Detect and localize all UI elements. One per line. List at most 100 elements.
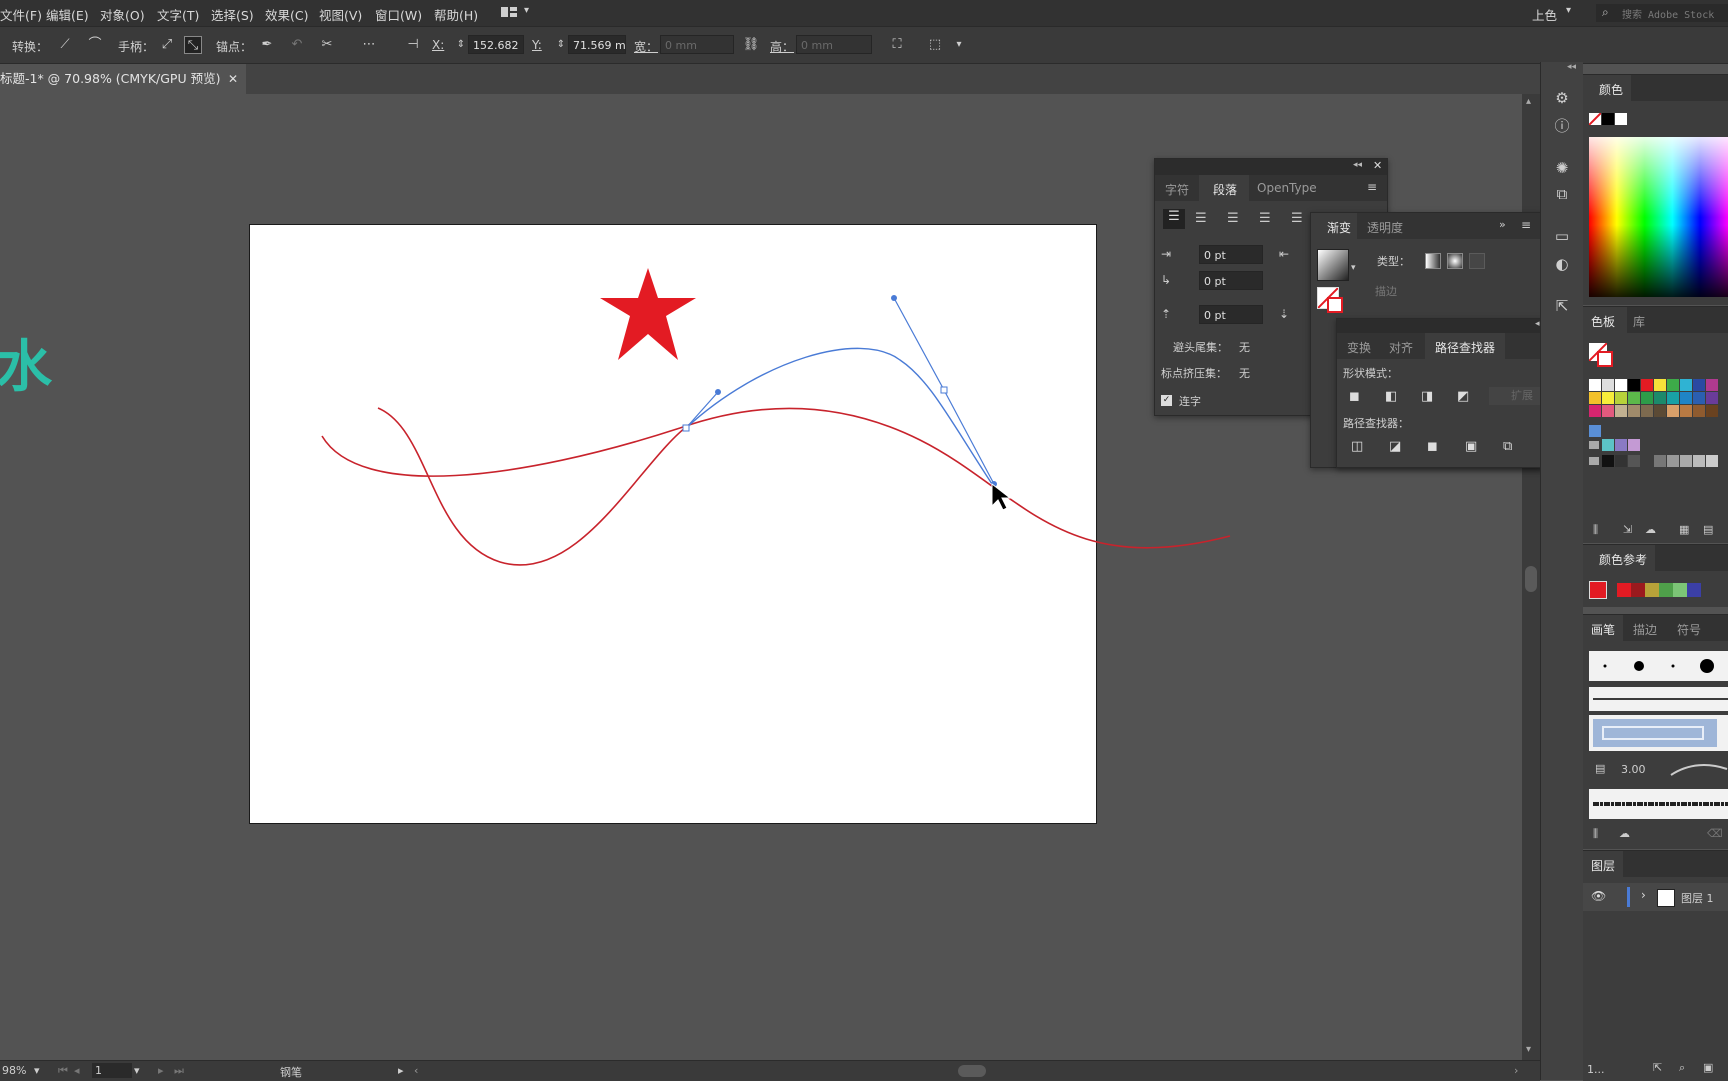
info-icon[interactable]: ⓘ (1552, 116, 1572, 136)
tab-brushes[interactable]: 画笔 (1591, 621, 1615, 638)
unite-icon[interactable]: ◼ (1349, 389, 1360, 404)
tab-swatches[interactable]: 色板 (1591, 313, 1615, 330)
stroke-swatch[interactable] (1597, 351, 1613, 367)
freeform-gradient-button[interactable] (1469, 253, 1485, 269)
export-layer-icon[interactable]: ⇱ (1653, 1061, 1662, 1074)
stock-search[interactable]: ⌕ 搜索 Adobe Stock (1596, 4, 1728, 22)
layer-row[interactable]: 👁 › 图层 1 (1583, 883, 1728, 911)
close-icon[interactable]: ✕ (1373, 159, 1382, 172)
scroll-up-icon[interactable]: ▴ (1526, 96, 1531, 107)
chevron-down-icon[interactable]: ▾ (1351, 263, 1356, 273)
crop-icon[interactable]: ▣ (1465, 439, 1477, 454)
transparency-panel-icon[interactable]: ◐ (1552, 254, 1572, 274)
sun-icon[interactable]: ✺ (1552, 158, 1572, 178)
cloud-icon[interactable]: ☁ (1645, 523, 1656, 536)
delete-brush-icon[interactable]: ⌫ (1707, 827, 1723, 840)
brush-cloud-icon[interactable]: ☁ (1619, 827, 1630, 840)
gradient-preview[interactable] (1317, 249, 1349, 281)
tab-align[interactable]: 对齐 (1389, 339, 1413, 356)
trim-icon[interactable]: ◪ (1389, 439, 1401, 454)
tab-opentype[interactable]: OpenType (1257, 181, 1317, 195)
chevron-down-icon[interactable]: ▾ (134, 1064, 140, 1077)
brush-calligraphic[interactable]: ▤ 3.00 (1589, 755, 1728, 785)
tab-gradient[interactable]: 渐变 (1327, 219, 1351, 236)
tab-libraries[interactable]: 库 (1633, 313, 1645, 330)
swatch-kind-icon[interactable]: ⇲ (1623, 523, 1632, 536)
collapse-icon[interactable]: ◂◂ (1567, 62, 1576, 72)
align-center-icon[interactable]: ☰ (1195, 211, 1207, 226)
chevron-down-icon[interactable]: ▾ (1566, 5, 1571, 16)
eye-icon[interactable]: 👁 (1591, 889, 1606, 903)
radial-gradient-button[interactable] (1447, 253, 1463, 269)
minus-front-icon[interactable]: ◧ (1385, 389, 1397, 404)
justify-icon[interactable]: ☰ (1259, 211, 1271, 226)
tab-symbols[interactable]: 符号 (1677, 621, 1701, 638)
next-artboard-icon[interactable]: ▸ (158, 1064, 164, 1077)
color-spectrum[interactable] (1589, 137, 1728, 297)
prev-artboard-icon[interactable]: ◂ (74, 1064, 80, 1077)
none-swatch[interactable] (1588, 112, 1602, 126)
scroll-left-icon[interactable]: ‹ (414, 1064, 418, 1077)
clipping-mask-icon[interactable]: ▣ (1703, 1061, 1713, 1074)
locate-object-icon[interactable]: ⌕ (1679, 1061, 1685, 1075)
outline-icon[interactable]: ⧉ (1503, 439, 1512, 454)
linear-gradient-button[interactable] (1425, 253, 1441, 269)
align-right-icon[interactable]: ☰ (1227, 211, 1239, 226)
justify-all-icon[interactable]: ☰ (1291, 211, 1303, 226)
chevron-down-icon[interactable]: ▾ (34, 1064, 40, 1077)
zoom-field[interactable]: 98% (2, 1064, 26, 1077)
swatch-grid[interactable] (1589, 379, 1728, 419)
left-indent-field[interactable]: 0 pt (1199, 245, 1263, 264)
tab-transparency[interactable]: 透明度 (1367, 219, 1403, 236)
layer-name[interactable]: 图层 1 (1681, 890, 1714, 906)
scrollbar-thumb[interactable] (1525, 566, 1537, 592)
panel-menu-icon[interactable]: ≡ (1367, 180, 1377, 194)
artboard-number-field[interactable]: 1 (92, 1063, 132, 1078)
brush-presets[interactable] (1589, 651, 1728, 681)
space-before-field[interactable]: 0 pt (1199, 305, 1263, 324)
align-left-icon[interactable]: ☰ (1163, 209, 1185, 229)
first-artboard-icon[interactable]: ⏮ (58, 1064, 68, 1078)
brush-libraries-icon[interactable]: ⫼ (1593, 827, 1598, 841)
tab-stroke[interactable]: 描边 (1633, 621, 1657, 638)
transform-panel-icon[interactable]: ⧉ (1552, 184, 1572, 204)
tab-transform[interactable]: 变换 (1347, 339, 1371, 356)
brush-pattern[interactable] (1589, 715, 1728, 751)
panel-menu-icon[interactable]: ≡ (1521, 218, 1531, 232)
mojikumi-select[interactable]: 无 (1239, 365, 1250, 381)
export-icon[interactable]: ⇱ (1552, 296, 1572, 316)
last-artboard-icon[interactable]: ⏭ (174, 1064, 184, 1078)
tab-paragraph[interactable]: 段落 (1213, 181, 1237, 198)
swatch-groups[interactable] (1589, 425, 1728, 469)
brush-line-basic[interactable] (1589, 687, 1728, 711)
base-color-swatch[interactable] (1589, 581, 1607, 599)
gradient-panel-icon[interactable]: ▭ (1552, 226, 1572, 246)
hyphenate-checkbox[interactable]: ✓ (1161, 395, 1172, 406)
merge-icon[interactable]: ◼ (1427, 439, 1438, 454)
stroke-swatch[interactable] (1327, 297, 1343, 313)
scroll-right-icon[interactable]: › (1514, 1064, 1518, 1077)
tab-color-guide[interactable]: 颜色参考 (1599, 551, 1647, 568)
expand-panel-icon[interactable]: » (1499, 218, 1506, 231)
gear-icon[interactable]: ⚙ (1552, 88, 1572, 108)
tab-layers[interactable]: 图层 (1591, 857, 1615, 874)
tab-color[interactable]: 颜色 (1599, 81, 1623, 98)
tab-character[interactable]: 字符 (1165, 181, 1189, 198)
tab-pathfinder[interactable]: 路径查找器 (1435, 339, 1495, 356)
swatch-options-icon[interactable]: ▦ (1679, 523, 1689, 536)
chevron-right-icon[interactable]: › (1641, 888, 1646, 902)
horizontal-scrollbar-thumb[interactable] (958, 1065, 986, 1077)
new-group-icon[interactable]: ▤ (1703, 523, 1713, 536)
harmony-strip[interactable] (1617, 583, 1728, 597)
divide-icon[interactable]: ◫ (1351, 439, 1363, 454)
white-swatch[interactable] (1615, 113, 1627, 125)
status-menu-icon[interactable]: ▸ (398, 1064, 404, 1077)
search-input[interactable]: 搜索 Adobe Stock (1622, 6, 1714, 21)
swatch-libraries-icon[interactable]: ⫼ (1593, 523, 1598, 537)
exclude-icon[interactable]: ◩ (1457, 389, 1469, 404)
black-swatch[interactable] (1602, 113, 1614, 125)
brush-charcoal[interactable] (1589, 789, 1728, 819)
scroll-down-icon[interactable]: ▾ (1526, 1044, 1531, 1055)
kinsoku-select[interactable]: 无 (1239, 339, 1250, 355)
first-line-indent-field[interactable]: 0 pt (1199, 271, 1263, 290)
